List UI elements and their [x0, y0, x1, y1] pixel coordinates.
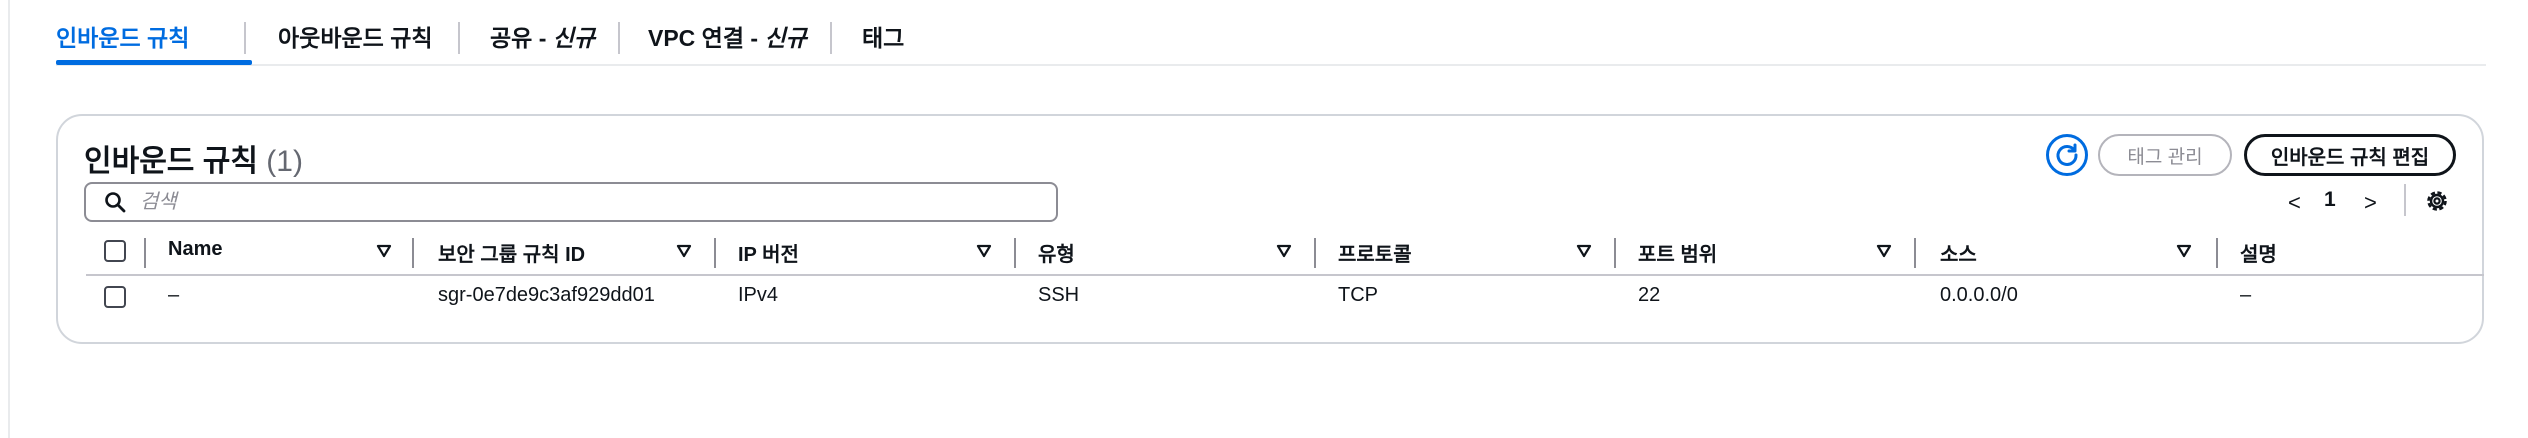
tab-new-badge: 신규 [552, 25, 596, 51]
column-separator [2216, 238, 2218, 268]
manage-tags-label: 태그 관리 [2127, 146, 2203, 168]
sort-down-triangle-icon[interactable] [1576, 244, 1592, 258]
column-header-source[interactable]: 소스 [1940, 238, 1977, 267]
sort-down-triangle-icon[interactable] [976, 244, 992, 258]
tab-vpc-association[interactable]: VPC 연결 - 신규 [648, 18, 807, 58]
column-separator [412, 238, 414, 268]
cell-port-range: 22 [1638, 284, 1661, 306]
table-preferences-button[interactable] [2424, 188, 2450, 214]
tab-separator [830, 22, 832, 54]
tab-separator [618, 22, 620, 54]
next-page-button[interactable]: > [2364, 190, 2377, 216]
column-header-rule-id[interactable]: 보안 그룹 규칙 ID [438, 238, 585, 267]
cell-protocol: TCP [1338, 284, 1378, 306]
column-separator [1014, 238, 1016, 268]
pager-separator [2404, 184, 2406, 216]
tab-inbound-rules[interactable]: 인바운드 규칙 [56, 18, 189, 58]
cell-description: – [2240, 284, 2252, 306]
gear-icon [2427, 191, 2447, 211]
panel-title-text: 인바운드 규칙 [84, 145, 258, 178]
tab-bar: 인바운드 규칙 아웃바운드 규칙 공유 - 신규 VPC 연결 - 신규 태그 [56, 0, 2486, 66]
column-separator [1914, 238, 1916, 268]
column-header-description[interactable]: 설명 [2240, 238, 2277, 267]
refresh-button[interactable] [2046, 134, 2088, 176]
tab-label: 공유 - [490, 25, 553, 51]
search-icon [104, 191, 126, 213]
column-header-ip-version[interactable]: IP 버전 [738, 238, 799, 267]
column-header-protocol[interactable]: 프로토콜 [1338, 238, 1412, 267]
column-header-name[interactable]: Name [168, 238, 222, 261]
tab-bar-divider [56, 64, 2486, 66]
active-tab-indicator [56, 60, 252, 65]
current-page-number[interactable]: 1 [2324, 188, 2336, 212]
cell-rule-id: sgr-0e7de9c3af929dd01 [438, 284, 655, 306]
refresh-icon [2056, 143, 2078, 166]
tab-label: 아웃바운드 규칙 [278, 25, 433, 51]
page-left-border [8, 0, 10, 438]
cell-source: 0.0.0.0/0 [1940, 284, 2018, 306]
cell-name: – [168, 284, 180, 306]
panel-title: 인바운드 규칙 (1) [84, 136, 303, 180]
tab-label: VPC 연결 - [648, 25, 765, 51]
rule-count: (1) [266, 145, 303, 178]
column-separator [714, 238, 716, 268]
row-select-checkbox[interactable] [104, 286, 126, 308]
tab-label: 인바운드 규칙 [56, 25, 190, 51]
sort-down-triangle-icon[interactable] [2176, 244, 2192, 258]
column-separator [1614, 238, 1616, 268]
select-all-checkbox[interactable] [104, 240, 126, 262]
column-header-port-range[interactable]: 포트 범위 [1638, 238, 1717, 267]
tab-tags[interactable]: 태그 [862, 18, 904, 58]
tab-label: 태그 [862, 25, 905, 51]
column-separator [144, 238, 146, 268]
sort-down-triangle-icon[interactable] [676, 244, 692, 258]
column-header-type[interactable]: 유형 [1038, 238, 1075, 267]
tab-separator [458, 22, 460, 54]
edit-inbound-rules-button[interactable]: 인바운드 규칙 편집 [2244, 134, 2456, 176]
cell-type: SSH [1038, 284, 1080, 306]
search-box[interactable] [84, 182, 1058, 222]
sort-down-triangle-icon[interactable] [376, 244, 392, 258]
edit-inbound-rules-label: 인바운드 규칙 편집 [2270, 146, 2430, 169]
table-header-divider [86, 274, 2484, 276]
manage-tags-button[interactable]: 태그 관리 [2098, 134, 2232, 176]
tab-sharing[interactable]: 공유 - 신규 [490, 18, 595, 58]
cell-ip-version: IPv4 [738, 284, 779, 306]
search-input[interactable] [140, 190, 1000, 214]
previous-page-button[interactable]: < [2288, 190, 2301, 216]
tab-separator [244, 22, 246, 54]
tab-outbound-rules[interactable]: 아웃바운드 규칙 [278, 18, 433, 58]
sort-down-triangle-icon[interactable] [1876, 244, 1892, 258]
tab-new-badge: 신규 [764, 25, 807, 51]
column-separator [1314, 238, 1316, 268]
sort-down-triangle-icon[interactable] [1276, 244, 1292, 258]
